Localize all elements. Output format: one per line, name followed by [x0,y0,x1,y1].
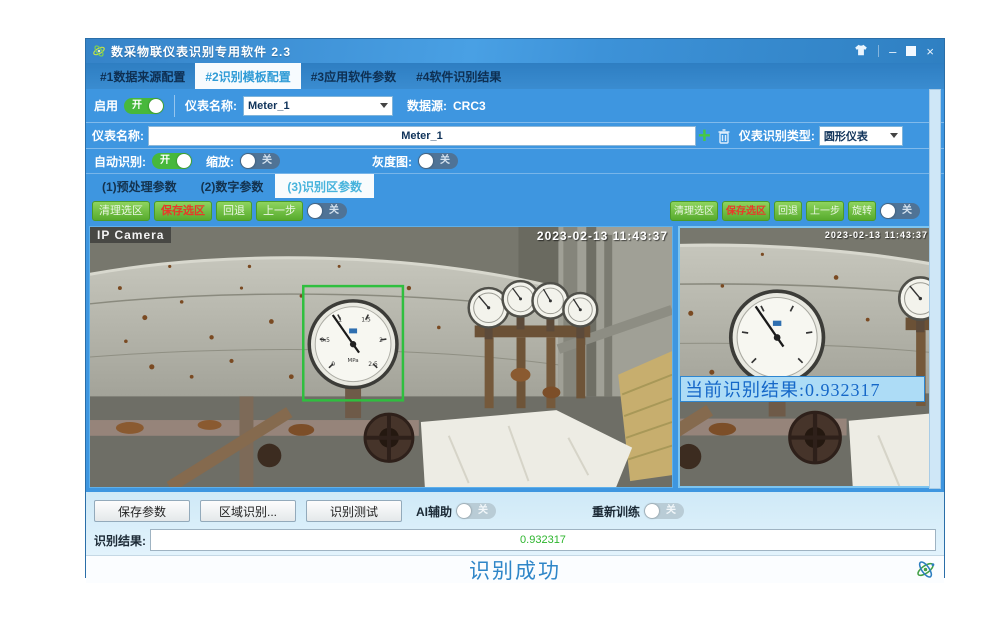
skin-icon[interactable] [854,44,868,59]
tab-data-source[interactable]: #1数据来源配置 [90,63,195,89]
tab-recognition-template[interactable]: #2识别模板配置 [195,63,300,89]
status-bar: 识别成功 [86,555,944,583]
meter-name-label: 仪表名称: [185,97,237,114]
svg-text:MPa: MPa [348,358,359,364]
meter-type-label: 仪表识别类型: [739,127,815,144]
svg-text:0: 0 [331,361,335,368]
result-value-input[interactable] [150,529,936,551]
camera-view-zoom[interactable]: 2023-02-13 11:43:37 当前识别结果:0.932317 [678,226,931,488]
clear-selection-button[interactable]: 清理选区 [92,201,150,221]
camera-image: 0 0.5 1 1.5 2 2.5 MPa [90,227,672,487]
selection-toolbars: 清理选区 保存选区 回退 上一步 关 清理选区 保存选区 回退 上一步 旋转 关 [86,198,944,226]
save-selection-button[interactable]: 保存选区 [722,201,770,221]
sub-tab-bar: (1)预处理参数 (2)数字参数 (3)识别区参数 [86,173,944,198]
meter-name-row: 仪表名称: + 仪表识别类型: 圆形仪表 [86,123,944,149]
subtab-recognition-zone[interactable]: (3)识别区参数 [275,174,374,198]
clear-selection-button[interactable]: 清理选区 [670,201,718,221]
svg-text:2: 2 [379,337,383,344]
enable-row: 启用 开 仪表名称: Meter_1 数据源: CRC3 [86,89,944,123]
app-logo-icon [92,44,106,58]
datasource-label: 数据源: [407,97,447,114]
toggle-knob [457,504,471,518]
svg-text:0.5: 0.5 [320,337,330,344]
scale-toggle[interactable]: 关 [240,153,280,169]
chevron-down-icon [380,103,388,108]
ai-assist-toggle[interactable]: 关 [456,503,496,519]
toggle-knob [645,504,659,518]
ip-camera-label: IP Camera [90,227,171,243]
grayscale-label: 灰度图: [372,153,412,170]
enable-toggle[interactable]: 开 [124,98,164,114]
retrain-label: 重新训练 [592,503,640,520]
toggle-knob [881,204,895,218]
undo-button[interactable]: 回退 [216,201,252,221]
auto-recognition-label: 自动识别: [94,153,146,170]
toggle-knob [241,154,255,168]
auto-recognition-toggle[interactable]: 开 [152,153,192,169]
meter-select[interactable]: Meter_1 [243,96,393,116]
toggle-knob [149,99,163,113]
camera-view-main[interactable]: 0 0.5 1 1.5 2 2.5 MPa IP Camera 2023-02-… [89,226,673,488]
left-toolbar-toggle[interactable]: 关 [307,203,347,219]
undo-button[interactable]: 回退 [774,201,802,221]
recognition-test-button[interactable]: 识别测试 [306,500,402,522]
controls-divider [878,45,879,57]
tab-app-software-params[interactable]: #3应用软件参数 [301,63,406,89]
subtab-digital[interactable]: (2)数字参数 [189,174,276,198]
toggle-knob [419,154,433,168]
meter-type-select[interactable]: 圆形仪表 [819,126,903,146]
app-window: 数采物联仪表识别专用软件 2.3 – × #1数据来源配置 #2识别模板配置 #… [85,38,945,578]
camera-timestamp: 2023-02-13 11:43:37 [537,229,668,243]
meter-name-input[interactable] [148,126,696,146]
options-row: 自动识别: 开 缩放: 关 灰度图: 关 [86,149,944,173]
retrain-toggle[interactable]: 关 [644,503,684,519]
divider [174,95,175,117]
chevron-down-icon [890,133,898,138]
current-result-banner: 当前识别结果:0.932317 [680,376,925,402]
toggle-knob [308,204,322,218]
atom-icon [915,559,936,585]
right-scrollbar[interactable] [929,89,941,489]
previous-step-button[interactable]: 上一步 [256,201,303,221]
right-toolbar: 清理选区 保存选区 回退 上一步 旋转 关 [670,201,920,221]
titlebar: 数采物联仪表识别专用软件 2.3 – × [86,39,944,63]
main-tab-bar: #1数据来源配置 #2识别模板配置 #3应用软件参数 #4软件识别结果 [86,63,944,89]
scale-label: 缩放: [206,153,234,170]
grayscale-toggle[interactable]: 关 [418,153,458,169]
ai-assist-label: AI辅助 [416,503,452,520]
svg-text:1.5: 1.5 [361,317,371,324]
meter-input-label: 仪表名称: [92,127,144,144]
enable-label: 启用 [94,97,118,114]
region-recognition-button[interactable]: 区域识别... [200,500,296,522]
add-meter-button[interactable]: + [698,127,711,145]
camera-image-zoom [680,228,929,486]
save-selection-button[interactable]: 保存选区 [154,201,212,221]
delete-meter-button[interactable] [717,128,731,144]
window-title: 数采物联仪表识别专用软件 2.3 [111,43,291,60]
result-label: 识别结果: [94,532,146,549]
svg-text:1: 1 [338,317,342,324]
camera-timestamp: 2023-02-13 11:43:37 [825,230,928,240]
previous-step-button[interactable]: 上一步 [806,201,844,221]
trash-icon [717,128,731,144]
close-button[interactable]: × [926,45,934,58]
maximize-button[interactable] [906,46,916,56]
svg-text:2.5: 2.5 [368,361,378,368]
minimize-button[interactable]: – [889,45,896,58]
subtab-preprocess[interactable]: (1)预处理参数 [90,174,189,198]
rotate-button[interactable]: 旋转 [848,201,876,221]
tab-software-results[interactable]: #4软件识别结果 [406,63,511,89]
datasource-value: CRC3 [453,99,486,113]
left-toolbar: 清理选区 保存选区 回退 上一步 关 [92,201,347,221]
bottom-panel: 保存参数 区域识别... 识别测试 AI辅助 关 重新训练 关 识别结果: 识别… [86,492,944,580]
camera-views: 0 0.5 1 1.5 2 2.5 MPa IP Camera 2023-02-… [86,226,944,492]
status-message: 识别成功 [469,555,561,585]
save-params-button[interactable]: 保存参数 [94,500,190,522]
right-toolbar-toggle[interactable]: 关 [880,203,920,219]
toggle-knob [177,154,191,168]
